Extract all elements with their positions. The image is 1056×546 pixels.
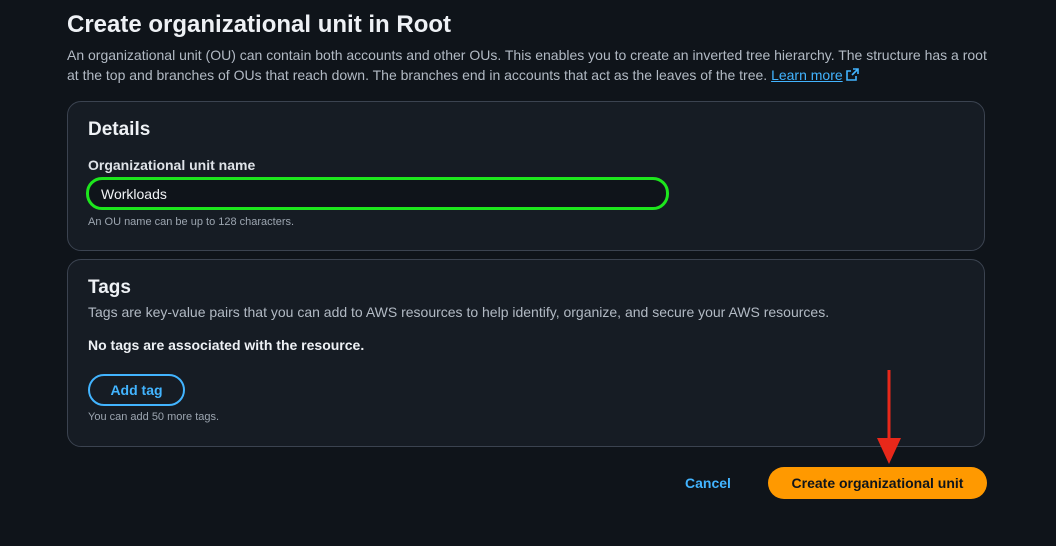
create-ou-page: Create organizational unit in Root An or… (0, 0, 1056, 546)
tags-description: Tags are key-value pairs that you can ad… (88, 304, 830, 320)
details-panel: Details Organizational unit name An OU n… (67, 101, 985, 251)
create-ou-button[interactable]: Create organizational unit (768, 467, 987, 499)
ou-name-label: Organizational unit name (88, 157, 256, 173)
tags-heading: Tags (88, 277, 131, 298)
ou-name-hint: An OU name can be up to 128 characters. (88, 216, 295, 228)
page-title: Create organizational unit in Root (67, 11, 452, 38)
learn-more-label: Learn more (771, 67, 843, 83)
cancel-button[interactable]: Cancel (672, 468, 744, 498)
page-description: An organizational unit (OU) can contain … (67, 45, 987, 86)
no-tags-message: No tags are associated with the resource… (88, 337, 365, 353)
learn-more-link[interactable]: Learn more (771, 67, 843, 83)
red-arrow-down-icon (877, 370, 901, 464)
tags-panel: Tags Tags are key-value pairs that you c… (67, 259, 985, 447)
ou-name-input[interactable] (86, 177, 669, 210)
external-link-icon (845, 66, 859, 86)
tags-hint: You can add 50 more tags. (88, 411, 220, 423)
add-tag-button[interactable]: Add tag (88, 374, 185, 406)
details-heading: Details (88, 119, 151, 140)
